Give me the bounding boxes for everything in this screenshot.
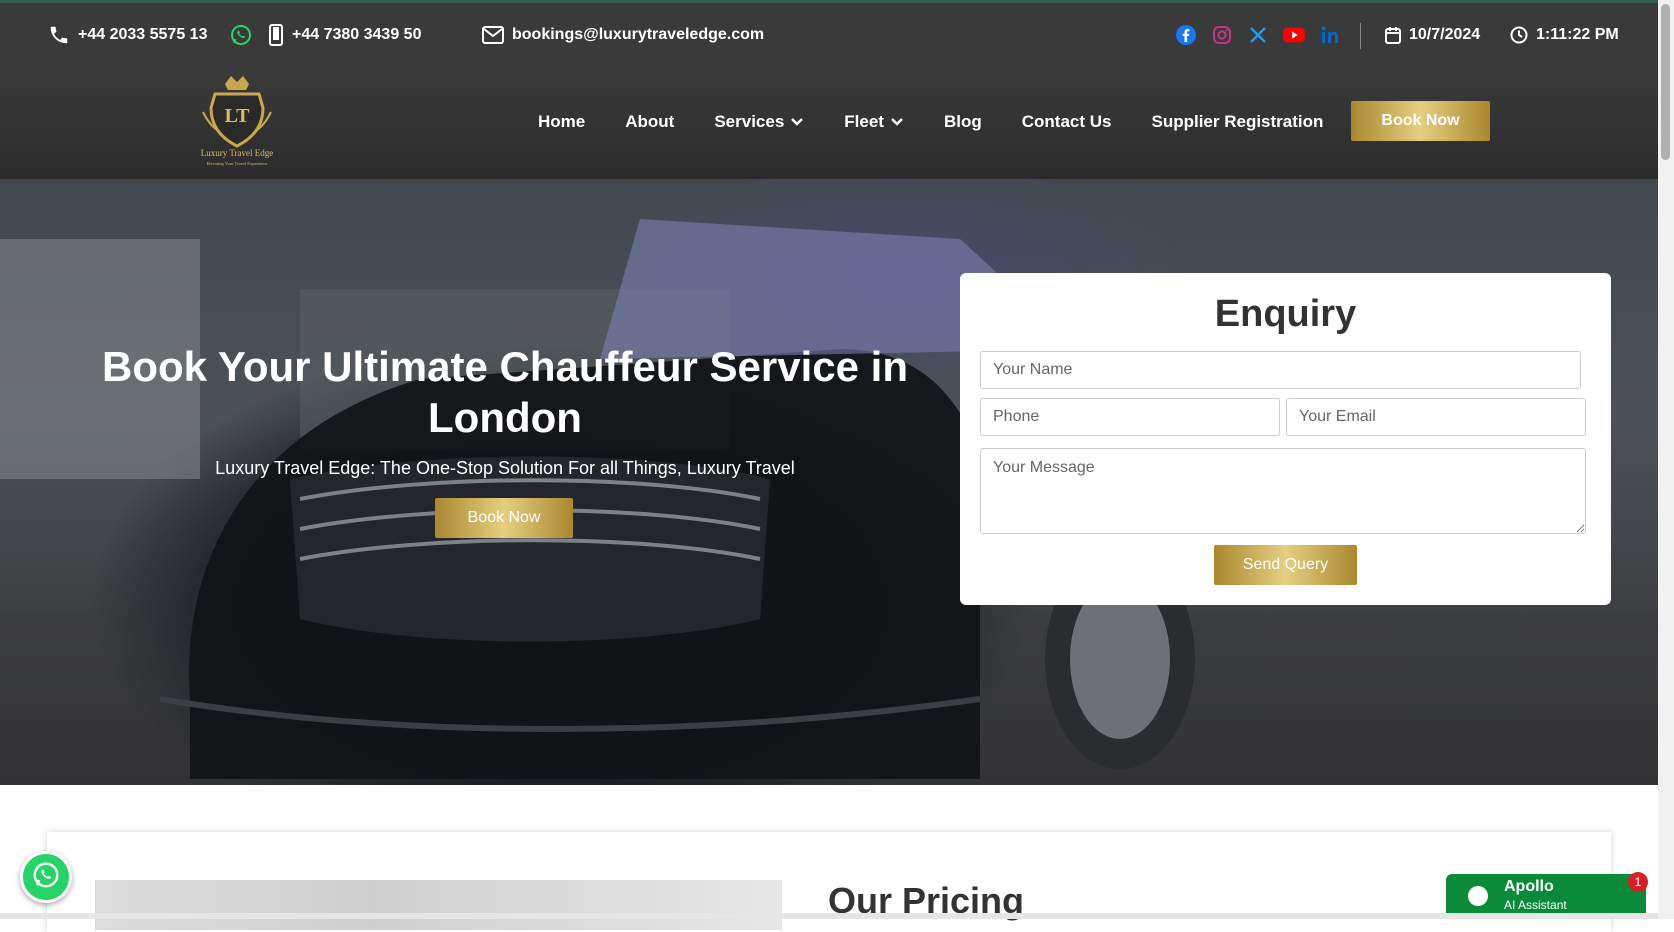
svg-text:LT: LT	[225, 105, 251, 127]
date-display: 10/7/2024	[1385, 3, 1480, 67]
nav-fleet-label: Fleet	[844, 111, 884, 131]
site-logo[interactable]: LT Luxury Travel Edge Elevating Your Tra…	[195, 72, 279, 168]
nav-about[interactable]: About	[625, 112, 674, 132]
phone1-contact[interactable]: +44 2033 5575 13	[48, 3, 207, 67]
chat-bubble-icon	[1468, 886, 1488, 906]
svg-text:Luxury Travel Edge: Luxury Travel Edge	[201, 148, 274, 158]
enquiry-form: Enquiry Send Query	[960, 273, 1611, 605]
horizontal-scrollbar[interactable]	[0, 913, 1658, 919]
whatsapp-icon	[31, 860, 61, 895]
email-text: bookings@luxurytraveledge.com	[512, 26, 765, 43]
nav-home-label: Home	[538, 111, 586, 131]
instagram-icon[interactable]	[1211, 24, 1233, 46]
nav-contact-label: Contact Us	[1021, 111, 1112, 131]
chevron-down-icon	[890, 112, 904, 132]
send-query-button[interactable]: Send Query	[1214, 545, 1357, 585]
pricing-image	[95, 880, 782, 930]
nav-home[interactable]: Home	[538, 112, 585, 132]
nav-book-now-button[interactable]: Book Now	[1351, 101, 1490, 141]
scrollbar-thumb[interactable]	[1661, 4, 1670, 160]
hero-subtitle: Luxury Travel Edge: The One-Stop Solutio…	[215, 458, 795, 478]
enquiry-title: Enquiry	[1214, 293, 1357, 335]
message-textarea[interactable]	[980, 448, 1586, 534]
main-navbar: LT Luxury Travel Edge Elevating Your Tra…	[0, 64, 1658, 179]
date-text: 10/7/2024	[1409, 26, 1481, 43]
phone2-text: +44 7380 3439 50	[292, 26, 422, 43]
phone1-text: +44 2033 5575 13	[78, 26, 208, 43]
name-input[interactable]	[980, 351, 1581, 389]
mobile-icon	[268, 24, 284, 46]
email-contact[interactable]: bookings@luxurytraveledge.com	[482, 3, 764, 67]
facebook-icon[interactable]	[1175, 24, 1197, 46]
mail-icon	[482, 26, 504, 44]
phone-icon	[48, 24, 70, 46]
hero-title: Book Your Ultimate Chauffeur Service in …	[102, 343, 908, 441]
linkedin-icon[interactable]	[1319, 24, 1341, 46]
nav-services[interactable]: Services	[714, 112, 804, 132]
phone2-contact[interactable]: +44 7380 3439 50	[268, 3, 421, 67]
svg-text:Elevating Your Travel Experien: Elevating Your Travel Experience	[207, 161, 268, 166]
phone-input[interactable]	[980, 398, 1280, 436]
youtube-icon[interactable]	[1283, 24, 1305, 46]
whatsapp-link[interactable]	[229, 3, 253, 67]
nav-services-label: Services	[714, 111, 785, 131]
nav-about-label: About	[625, 111, 675, 131]
apollo-subtitle: AI Assistant	[1504, 898, 1567, 912]
x-icon[interactable]	[1247, 24, 1269, 46]
nav-supplier-registration[interactable]: Supplier Registration	[1151, 112, 1323, 132]
social-links	[1175, 3, 1355, 67]
calendar-icon	[1385, 26, 1401, 44]
nav-supplier-label: Supplier Registration	[1151, 111, 1324, 131]
chevron-down-icon	[790, 112, 804, 132]
nav-blog-label: Blog	[943, 111, 982, 131]
nav-blog[interactable]: Blog	[944, 112, 982, 132]
whatsapp-float-button[interactable]	[20, 851, 72, 903]
nav-contact[interactable]: Contact Us	[1022, 112, 1112, 132]
nav-links: Home About Services Fleet Blog Contact U…	[538, 64, 1363, 179]
notification-badge: 1	[1628, 872, 1648, 892]
clock-icon	[1510, 26, 1528, 44]
topbar-divider	[1360, 23, 1361, 49]
hero-book-now-button[interactable]: Book Now	[435, 498, 573, 538]
time-display: 1:11:22 PM	[1510, 3, 1619, 67]
apollo-name: Apollo	[1504, 878, 1554, 895]
email-input[interactable]	[1286, 398, 1586, 436]
nav-fleet[interactable]: Fleet	[844, 112, 904, 132]
time-text: 1:11:22 PM	[1536, 26, 1619, 43]
top-bar: +44 2033 5575 13 +44 7380 3439 50 bookin…	[0, 0, 1658, 64]
whatsapp-icon	[229, 23, 253, 47]
